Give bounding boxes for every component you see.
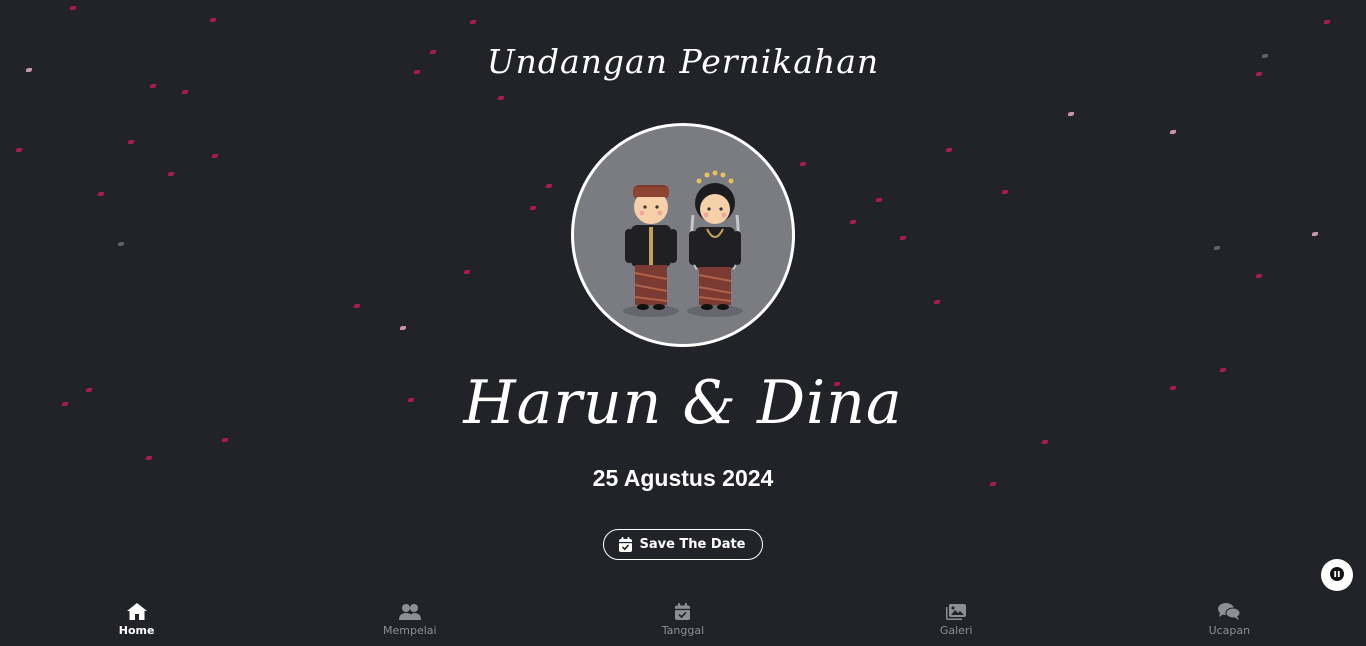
nav-label-mempelai: Mempelai — [382, 623, 437, 637]
nav-label-galeri: Galeri — [939, 623, 973, 637]
music-toggle-button[interactable] — [1321, 559, 1353, 591]
nav-label-ucapan: Ucapan — [1208, 624, 1251, 637]
home-icon — [126, 603, 147, 620]
bottom-navigation: Home Mempelai Tanggal Galeri Ucapan — [0, 594, 1366, 646]
calendar-check-icon — [619, 537, 633, 552]
calendar-check-icon — [675, 603, 691, 620]
nav-item-tanggal[interactable]: Tanggal — [623, 603, 743, 637]
nav-item-ucapan[interactable]: Ucapan — [1169, 603, 1289, 637]
pause-icon — [1330, 566, 1344, 584]
save-the-date-label: Save The Date — [639, 537, 746, 552]
wedding-date: 25 Agustus 2024 — [592, 465, 774, 491]
nav-item-mempelai[interactable]: Mempelai — [350, 603, 470, 637]
invitation-title: Undangan Pernikahan — [486, 42, 880, 81]
nav-item-galeri[interactable]: Galeri — [896, 603, 1016, 637]
hero-section: Undangan Pernikahan Harun & Dina 25 Agus… — [0, 0, 1366, 560]
couple-avatar — [571, 123, 795, 347]
nav-label-tanggal: Tanggal — [661, 624, 705, 637]
save-the-date-button[interactable]: Save The Date — [603, 529, 763, 560]
couple-names: Harun & Dina — [463, 368, 903, 438]
nav-label-home: Home — [118, 624, 155, 637]
couple-illustration — [623, 170, 743, 317]
images-icon — [946, 603, 967, 620]
comments-icon — [1218, 603, 1241, 620]
page: Undangan Pernikahan Harun & Dina 25 Agus… — [0, 0, 1366, 646]
users-icon — [398, 603, 421, 620]
nav-item-home[interactable]: Home — [77, 603, 197, 637]
